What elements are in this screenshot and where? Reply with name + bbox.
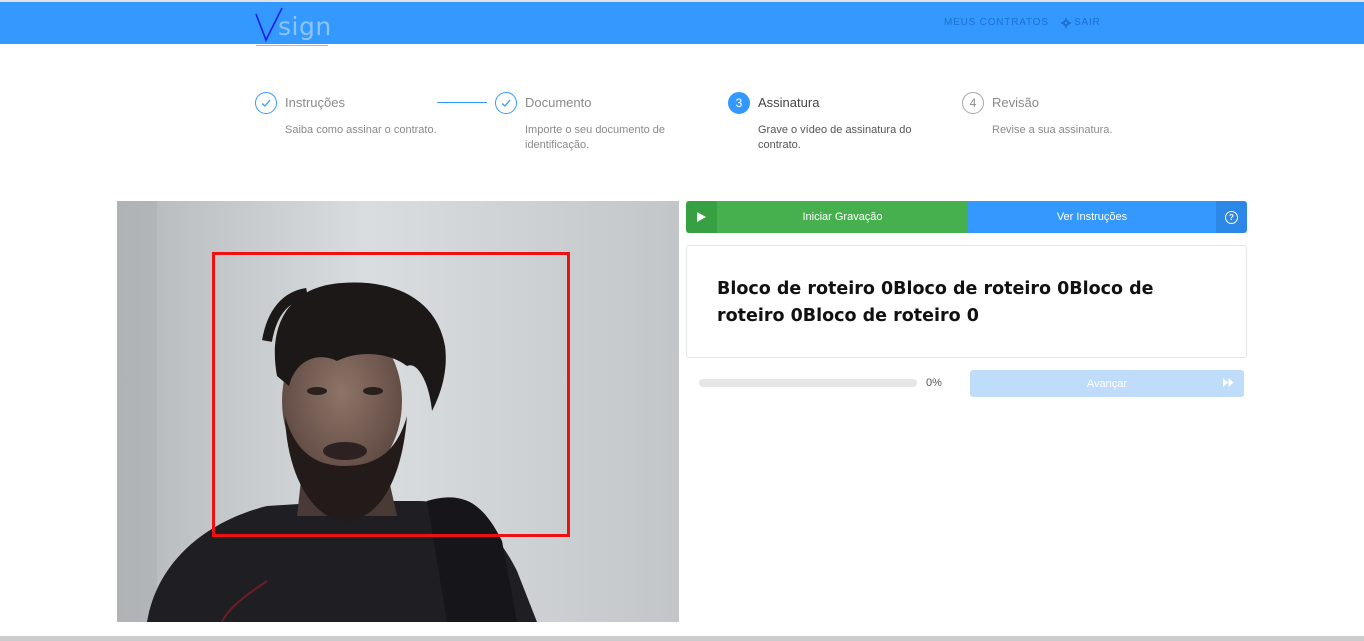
step-title: Assinatura: [758, 95, 820, 110]
help-button[interactable]: ?: [1216, 201, 1247, 233]
check-icon: [501, 99, 511, 107]
step-title: Instruções: [285, 95, 345, 110]
webcam-preview: [117, 201, 679, 622]
step-description: Saiba como assinar o contrato.: [285, 124, 437, 136]
check-icon: [261, 99, 271, 107]
nav-logout-label: SAIR: [1074, 17, 1101, 28]
page-bottom-border: [0, 636, 1364, 641]
face-detection-box: [212, 252, 570, 537]
script-text: Bloco de roteiro 0Bloco de roteiro 0Bloc…: [717, 279, 1154, 326]
record-icon-button[interactable]: [686, 201, 717, 233]
play-icon: [697, 212, 706, 222]
step-description: Grave o vídeo de assinatura do contrato.: [758, 124, 912, 151]
step-title: Documento: [525, 95, 592, 110]
recording-action-bar: Iniciar Gravação Ver Instruções ?: [686, 201, 1247, 233]
step-done-indicator: [255, 92, 277, 114]
view-instructions-button[interactable]: Ver Instruções: [968, 201, 1216, 233]
nav-my-contracts-link[interactable]: MEUS CONTRATOS: [944, 17, 1049, 28]
next-button-label: Avançar: [1086, 377, 1128, 390]
step-title: Revisão: [992, 95, 1039, 110]
question-icon: ?: [1225, 210, 1238, 224]
step-connector: [437, 102, 487, 103]
step-description: Importe o seu documento de identificação…: [525, 124, 666, 151]
step-number: 4: [962, 92, 984, 114]
gear-icon: [1061, 17, 1071, 28]
step-description: Revise a sua assinatura.: [992, 124, 1113, 136]
recording-progress-bar: [699, 379, 917, 387]
vsign-logo[interactable]: sign: [254, 2, 331, 46]
step-done-indicator: [495, 92, 517, 114]
fast-forward-icon: [1223, 378, 1234, 387]
step-number: 3: [728, 92, 750, 114]
top-navbar: sign MEUS CONTRATOS SAIR: [0, 0, 1364, 46]
start-recording-button[interactable]: Iniciar Gravação: [717, 201, 968, 233]
logo-underline: [256, 45, 328, 46]
next-button[interactable]: Avançar: [970, 370, 1244, 397]
logo-text: sign: [278, 12, 332, 41]
nav-logout-link[interactable]: SAIR: [1061, 17, 1101, 28]
script-panel: Bloco de roteiro 0Bloco de roteiro 0Bloc…: [686, 245, 1247, 358]
progress-percentage: 0%: [926, 377, 942, 389]
